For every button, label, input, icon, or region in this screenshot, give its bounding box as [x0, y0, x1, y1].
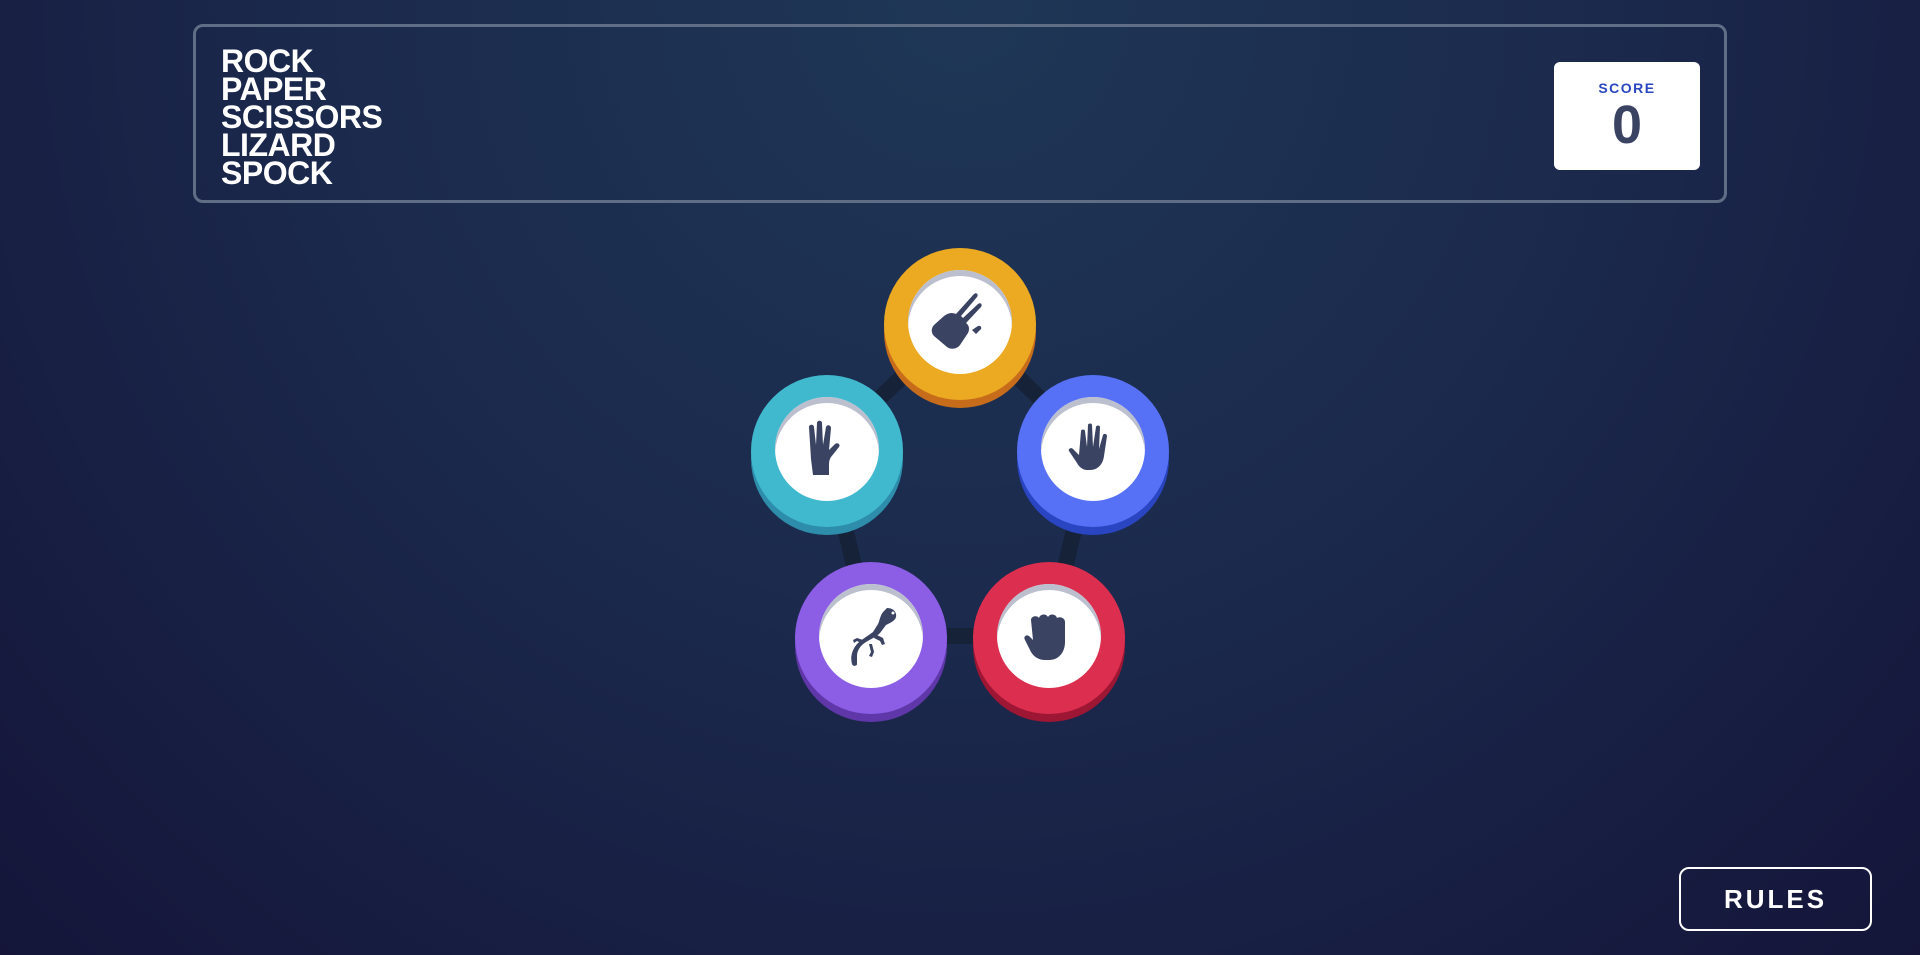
paper-token-face [1041, 397, 1145, 501]
rock-token-face [997, 584, 1101, 688]
lizard-icon [851, 608, 897, 666]
spock-token-face [775, 397, 879, 501]
rock-fist-icon [1024, 614, 1065, 660]
scissors-token-face [908, 270, 1012, 374]
paper-hand-icon [1068, 423, 1107, 470]
lizard-token-face [819, 584, 923, 688]
scissors-token[interactable] [884, 248, 1036, 400]
pentagon-outline [818, 314, 1101, 644]
game-board [0, 0, 1920, 955]
rules-button[interactable]: RULES [1679, 867, 1872, 931]
rock-token[interactable] [973, 562, 1125, 714]
lizard-token[interactable] [795, 562, 947, 714]
spock-hand-icon [809, 420, 840, 475]
scissors-hand-icon [931, 293, 982, 349]
paper-token[interactable] [1017, 375, 1169, 527]
spock-token[interactable] [751, 375, 903, 527]
